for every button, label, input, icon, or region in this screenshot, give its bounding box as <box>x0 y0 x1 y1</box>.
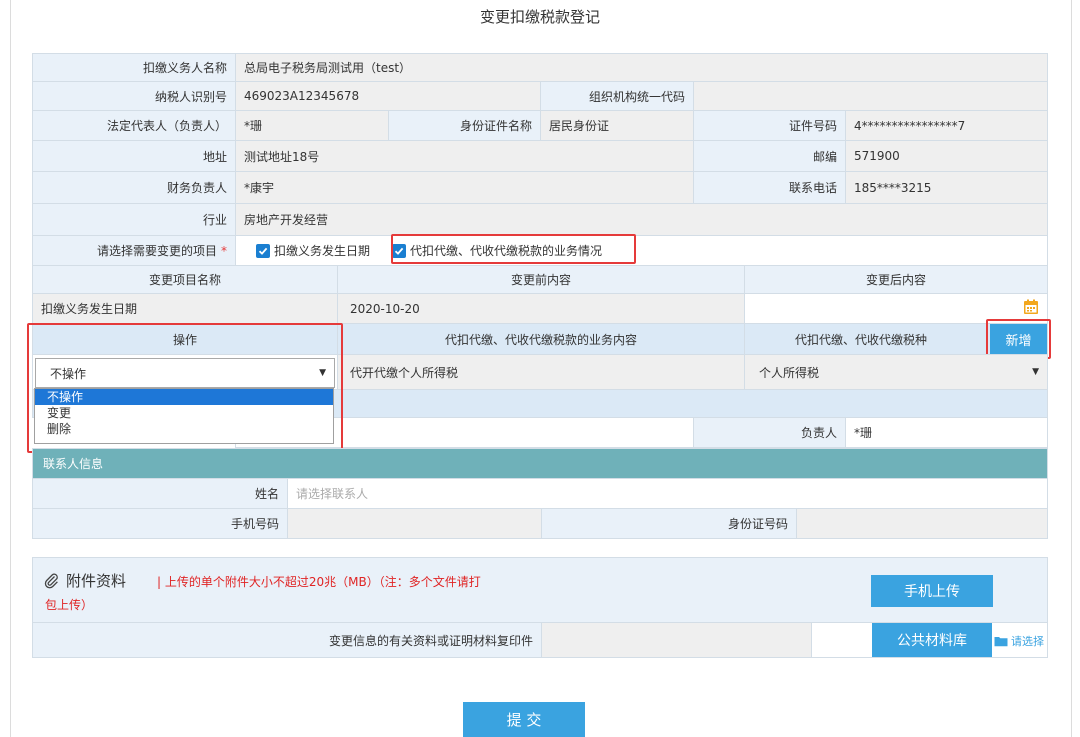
address-label: 地址 <box>32 140 236 172</box>
business-content-value: 代开代缴个人所得税 <box>337 354 745 390</box>
id-number-value: 4****************7 <box>845 110 1048 141</box>
file-actions: 公共材料库 请选择 <box>811 622 1048 658</box>
attachments-title: 附件资料 <box>66 572 127 590</box>
finance-head-label: 财务负责人 <box>32 171 236 204</box>
file-label: 变更信息的有关资料或证明材料复印件 <box>32 622 542 658</box>
id-type-value: 居民身份证 <box>540 110 694 141</box>
file-value <box>541 622 812 658</box>
checkbox-checked-icon <box>256 243 270 258</box>
required-mark: * <box>221 243 227 258</box>
business-header-content: 代扣代缴、代收代缴税款的业务内容 <box>337 323 745 355</box>
contact-mobile-label: 手机号码 <box>32 508 288 539</box>
contact-mobile-value <box>287 508 542 539</box>
checkbox-withholding-date[interactable]: 扣缴义务发生日期 <box>256 242 370 259</box>
change-select-label-text: 请选择需要变更的项目 <box>96 244 217 258</box>
contact-id-label: 身份证号码 <box>541 508 797 539</box>
org-code-label: 组织机构统一代码 <box>540 81 694 111</box>
contact-section-title: 联系人信息 <box>32 448 1048 479</box>
phone-value: 185****3215 <box>845 171 1048 204</box>
contact-name-input[interactable]: 请选择联系人 <box>287 478 1048 509</box>
choose-file-link[interactable]: 请选择 <box>994 633 1044 649</box>
mobile-upload-button[interactable]: 手机上传 <box>871 575 993 607</box>
submit-button[interactable]: 提 交 <box>463 702 585 737</box>
paperclip-icon <box>44 573 60 589</box>
id-type-label: 身份证件名称 <box>388 110 541 141</box>
withholder-value: 总局电子税务局测试用（test） <box>235 53 1048 82</box>
address-value: 测试地址18号 <box>235 140 694 172</box>
choose-file-label: 请选择 <box>1011 635 1044 648</box>
legal-rep-label: 法定代表人（负责人） <box>32 110 236 141</box>
tax-type-select-value: 个人所得税 <box>759 365 820 380</box>
change-select-label: 请选择需要变更的项目 * <box>32 235 236 266</box>
withholder-label: 扣缴义务人名称 <box>32 53 236 82</box>
highlight-box <box>986 319 1051 359</box>
id-number-label: 证件号码 <box>693 110 846 141</box>
change-row-name: 扣缴义务发生日期 <box>32 293 338 324</box>
contact-name-label: 姓名 <box>32 478 288 509</box>
calendar-icon[interactable] <box>1023 299 1039 318</box>
contact-id-value <box>796 508 1048 539</box>
responsible-value: *珊 <box>845 417 1048 448</box>
change-header-name: 变更项目名称 <box>32 265 338 294</box>
postcode-label: 邮编 <box>693 140 846 172</box>
change-header-before: 变更前内容 <box>337 265 745 294</box>
folder-icon <box>994 635 1008 647</box>
highlight-box <box>27 323 343 453</box>
tax-type-select[interactable]: 个人所得税 ▼ <box>744 354 1048 390</box>
taxpayer-id-label: 纳税人识别号 <box>32 81 236 111</box>
finance-head-value: *康宇 <box>235 171 694 204</box>
checkbox-withholding-date-label: 扣缴义务发生日期 <box>274 244 371 258</box>
industry-value: 房地产开发经营 <box>235 203 1048 236</box>
change-header-after: 变更后内容 <box>744 265 1048 294</box>
org-code-value <box>693 81 1048 111</box>
responsible-label: 负责人 <box>693 417 846 448</box>
chevron-down-icon: ▼ <box>1032 367 1039 377</box>
change-row-before: 2020-10-20 <box>337 293 745 324</box>
postcode-value: 571900 <box>845 140 1048 172</box>
highlight-box <box>391 234 636 264</box>
public-library-button[interactable]: 公共材料库 <box>872 623 992 657</box>
change-select-options: 扣缴义务发生日期 代扣代缴、代收代缴税款的业务情况 <box>235 235 1048 266</box>
attachments-note-line2: 包上传） <box>45 598 94 612</box>
legal-rep-value: *珊 <box>235 110 389 141</box>
phone-label: 联系电话 <box>693 171 846 204</box>
industry-label: 行业 <box>32 203 236 236</box>
taxpayer-id-value: 469023A12345678 <box>235 81 541 111</box>
page-title: 变更扣缴税款登记 <box>479 8 600 26</box>
contact-name-placeholder: 请选择联系人 <box>296 487 369 501</box>
attachments-header: 附件资料 <box>44 570 126 591</box>
attachments-note-line1: | 上传的单个附件大小不超过20兆（MB）（注：多个文件请打 <box>157 575 481 589</box>
